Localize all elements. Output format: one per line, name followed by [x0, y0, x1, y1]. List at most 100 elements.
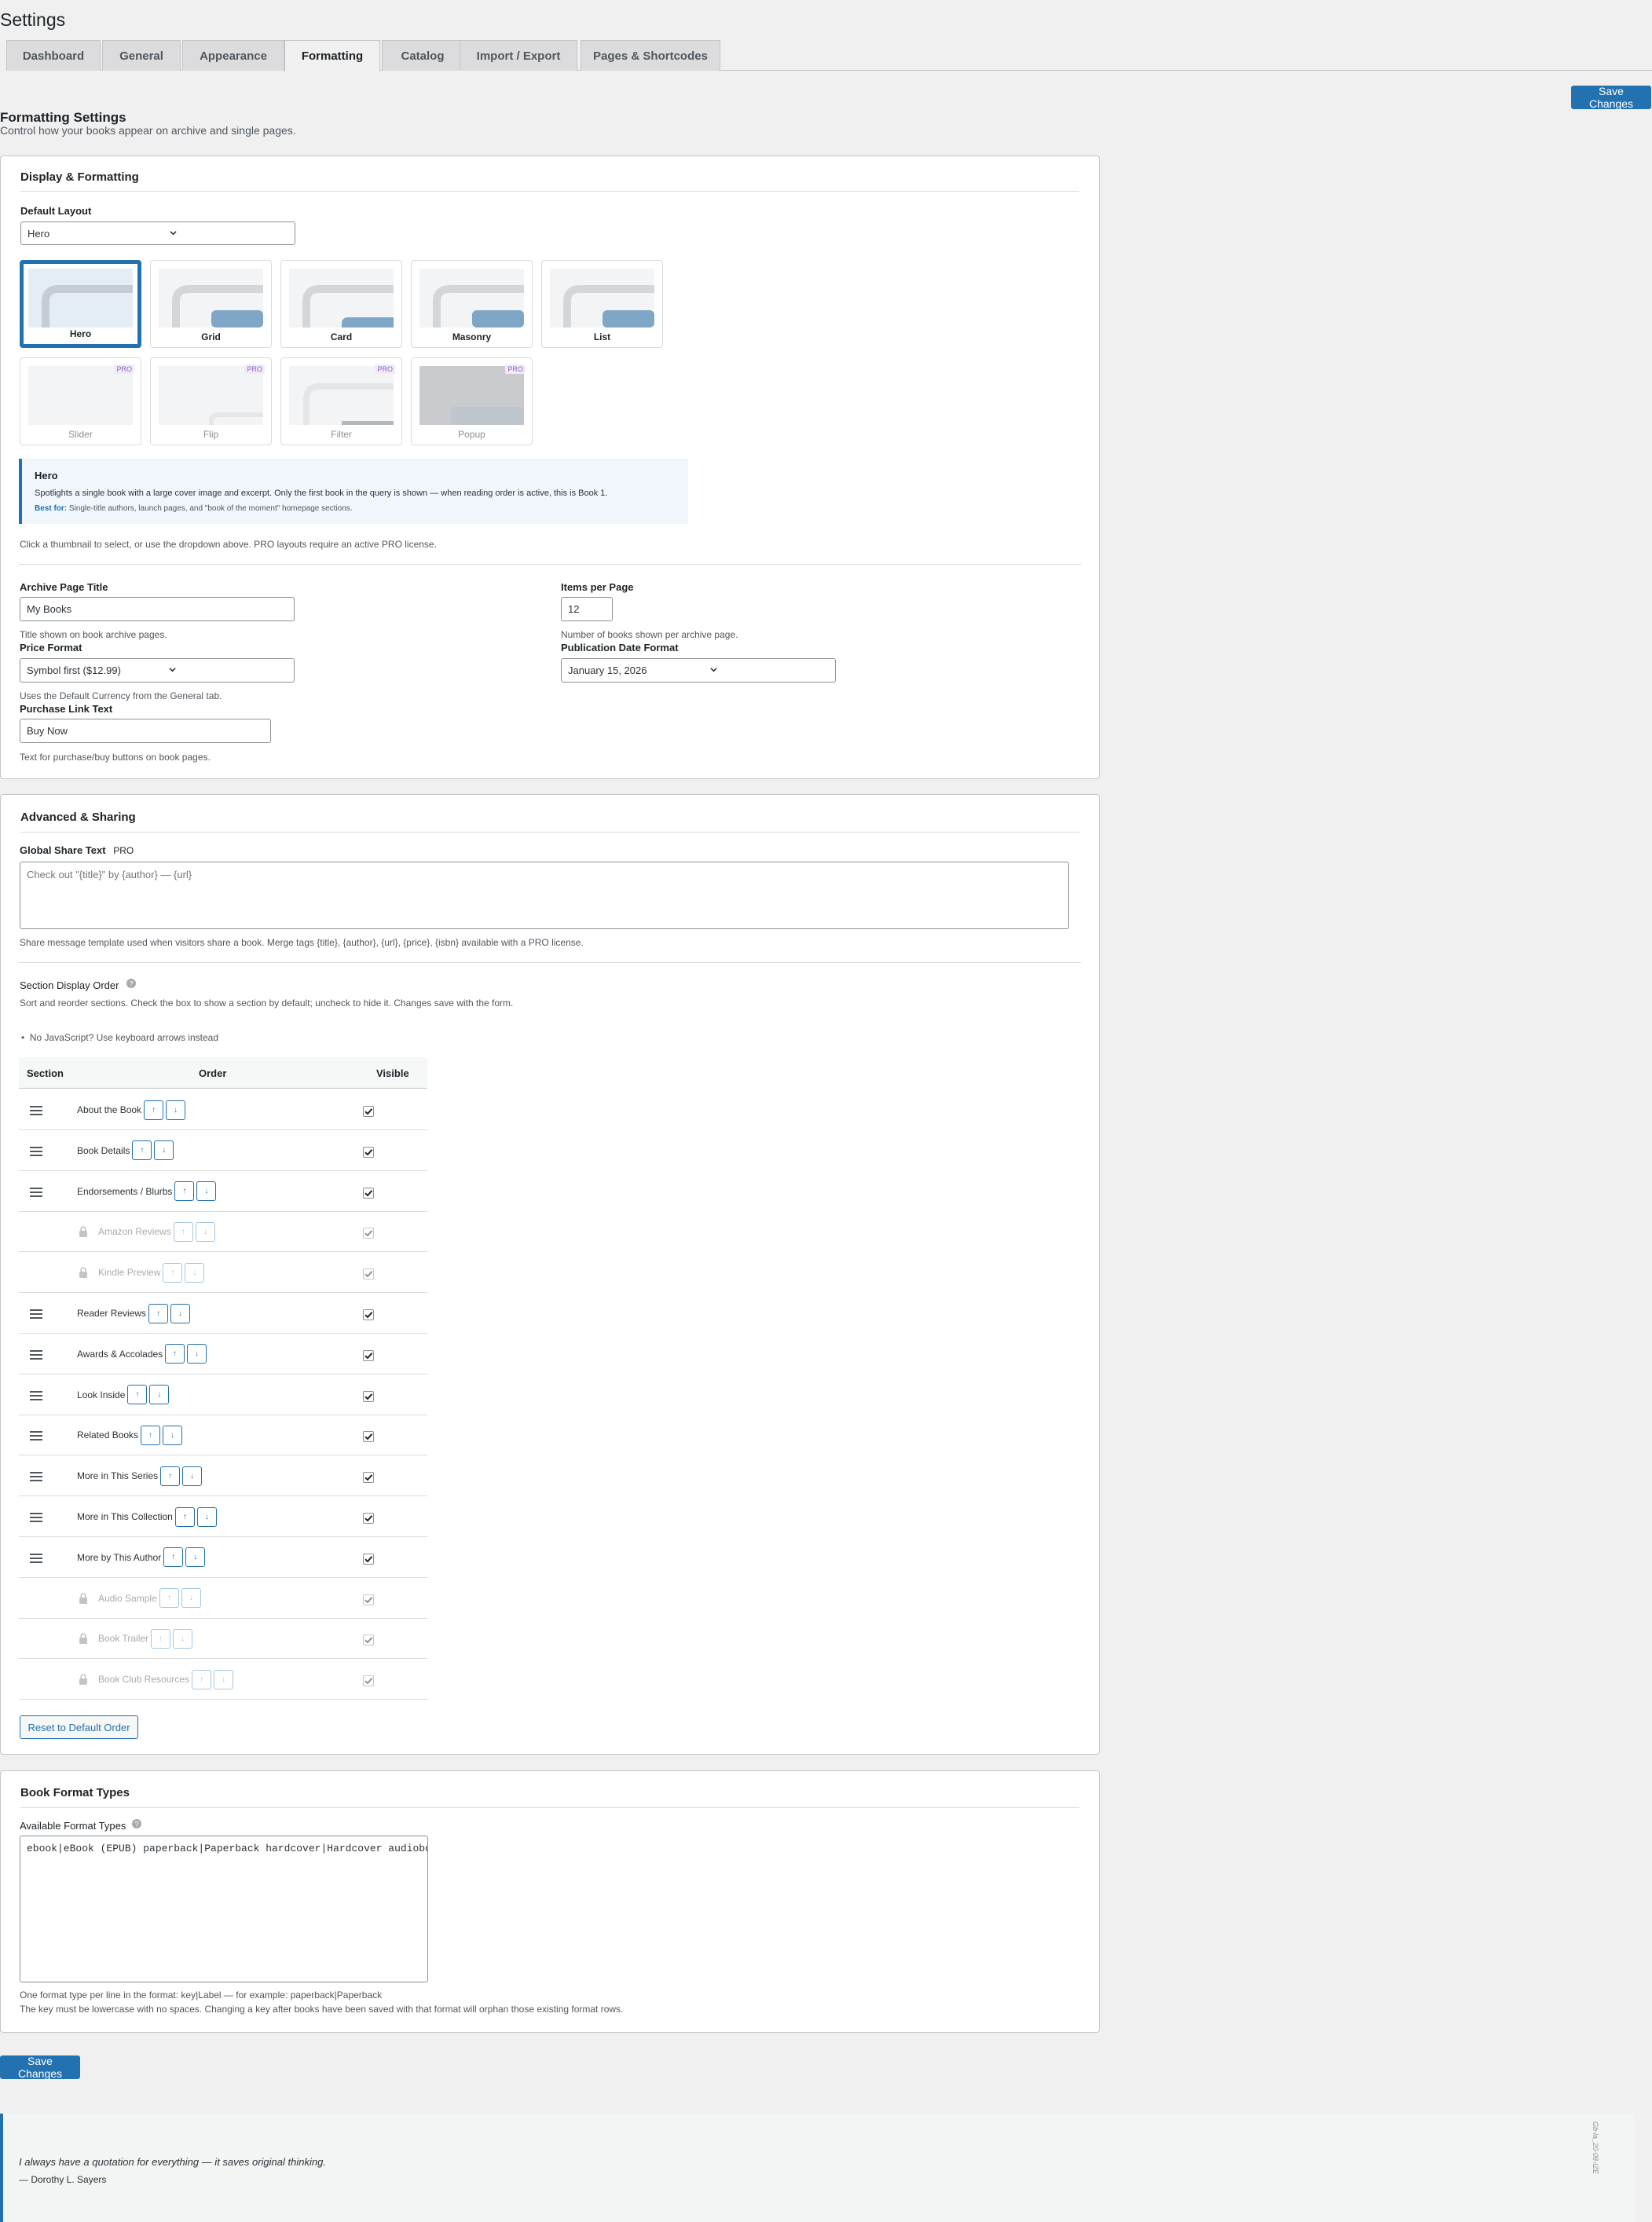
move-down-button[interactable]: ↓ [214, 1669, 234, 1689]
checkmark-icon [364, 1678, 373, 1685]
help-icon[interactable]: ? [126, 979, 136, 988]
visible-checkbox[interactable] [363, 1513, 374, 1524]
move-up-button[interactable]: ↑ [160, 1466, 181, 1486]
table-row[interactable]: More in This Collection ↑ ↓ [19, 1496, 427, 1537]
visible-checkbox[interactable] [363, 1472, 374, 1484]
layout-tile-masonry[interactable]: Masonry [411, 260, 533, 348]
visible-checkbox[interactable] [363, 1106, 374, 1117]
layout-tile-slider[interactable]: PRO Slider [20, 357, 141, 445]
items-per-page-input[interactable] [561, 597, 613, 621]
save-changes-button-bottom[interactable]: Save Changes [0, 2055, 80, 2080]
drag-handle-icon[interactable] [30, 1390, 42, 1400]
drag-handle-icon[interactable] [30, 1553, 42, 1563]
drag-handle-icon[interactable] [30, 1187, 42, 1197]
move-down-button[interactable]: ↓ [173, 1628, 193, 1649]
layout-tile-filter[interactable]: PRO Filter [280, 357, 402, 445]
move-down-button[interactable]: ↓ [185, 1262, 205, 1283]
move-up-button[interactable]: ↑ [174, 1181, 195, 1202]
tab-import-export[interactable]: Import / Export [460, 40, 577, 71]
table-row[interactable]: Book Club Resources ↑ ↓ [19, 1659, 427, 1700]
table-row[interactable]: Awards & Accolades ↑ ↓ [19, 1334, 427, 1375]
visible-checkbox[interactable] [363, 1431, 374, 1443]
drag-handle-icon[interactable] [30, 1146, 42, 1156]
move-down-button[interactable]: ↓ [187, 1344, 207, 1364]
publication-date-format-select[interactable]: January 15, 2026 [561, 658, 836, 683]
move-up-button[interactable]: ↑ [165, 1344, 185, 1364]
visible-checkbox[interactable] [363, 1675, 374, 1687]
visible-checkbox[interactable] [363, 1146, 374, 1158]
table-row[interactable]: About the Book ↑ ↓ [19, 1089, 427, 1130]
move-down-button[interactable]: ↓ [154, 1140, 174, 1161]
default-layout-select[interactable]: Hero [20, 221, 295, 245]
layout-tile-flip[interactable]: PRO Flip [150, 357, 272, 445]
move-up-button[interactable]: ↑ [132, 1140, 152, 1161]
move-down-button[interactable]: ↓ [185, 1547, 206, 1568]
drag-handle-icon[interactable] [30, 1106, 42, 1115]
move-down-button[interactable]: ↓ [196, 1506, 217, 1527]
table-row[interactable]: Amazon Reviews ↑ ↓ [19, 1211, 427, 1253]
move-up-button[interactable]: ↑ [174, 1506, 195, 1527]
layout-tile-hero[interactable]: Hero [20, 260, 141, 348]
table-row[interactable]: Endorsements / Blurbs ↑ ↓ [19, 1171, 427, 1212]
visible-checkbox[interactable] [363, 1309, 374, 1320]
visible-checkbox[interactable] [363, 1187, 374, 1199]
visible-checkbox[interactable] [363, 1594, 374, 1605]
move-up-button[interactable]: ↑ [163, 1262, 183, 1283]
price-format-select[interactable]: Symbol first ($12.99) [20, 658, 295, 683]
move-up-button[interactable]: ↑ [163, 1547, 184, 1568]
reset-default-order-button[interactable]: Reset to Default Order [20, 1715, 138, 1739]
move-down-button[interactable]: ↓ [196, 1181, 217, 1202]
visible-checkbox[interactable] [363, 1228, 374, 1239]
tab-formatting[interactable]: Formatting [284, 40, 380, 71]
move-up-button[interactable]: ↑ [148, 1303, 169, 1323]
table-row[interactable]: Look Inside ↑ ↓ [19, 1375, 427, 1415]
drag-handle-icon[interactable] [30, 1431, 42, 1441]
layout-tile-card[interactable]: Card [280, 260, 402, 348]
move-down-button[interactable]: ↓ [182, 1466, 203, 1486]
move-down-button[interactable]: ↓ [166, 1100, 186, 1120]
table-row[interactable]: Audio Sample ↑ ↓ [19, 1578, 427, 1619]
move-up-button[interactable]: ↑ [192, 1669, 212, 1689]
table-row[interactable]: Reader Reviews ↑ ↓ [19, 1293, 427, 1334]
available-format-types-textarea[interactable]: ebook|eBook (EPUB) paperback|Paperback h… [20, 1836, 428, 1982]
global-share-text-input[interactable] [20, 862, 1069, 929]
visible-checkbox[interactable] [363, 1268, 374, 1280]
tab-general[interactable]: General [102, 40, 181, 71]
drag-handle-icon[interactable] [30, 1309, 42, 1319]
table-row[interactable]: More in This Series ↑ ↓ [19, 1455, 427, 1497]
move-up-button[interactable]: ↑ [173, 1221, 193, 1242]
tab-dashboard[interactable]: Dashboard [6, 40, 101, 71]
tab-catalog[interactable]: Catalog [382, 40, 463, 71]
move-up-button[interactable]: ↑ [141, 1425, 161, 1445]
table-row[interactable]: Kindle Preview ↑ ↓ [19, 1252, 427, 1294]
layout-tile-grid[interactable]: Grid [150, 260, 272, 348]
table-row[interactable]: More by This Author ↑ ↓ [19, 1537, 427, 1578]
move-down-button[interactable]: ↓ [195, 1221, 215, 1242]
move-down-button[interactable]: ↓ [170, 1303, 191, 1323]
visible-checkbox[interactable] [363, 1349, 374, 1361]
move-down-button[interactable]: ↓ [181, 1588, 201, 1609]
visible-checkbox[interactable] [363, 1634, 374, 1646]
visible-checkbox[interactable] [363, 1553, 374, 1565]
layout-tile-popup[interactable]: PRO Popup [411, 357, 533, 445]
move-down-button[interactable]: ↓ [149, 1385, 170, 1405]
help-icon[interactable]: ? [132, 1819, 141, 1828]
table-row[interactable]: Book Trailer ↑ ↓ [19, 1618, 427, 1660]
layout-tile-list[interactable]: List [541, 260, 663, 348]
tab-appearance[interactable]: Appearance [182, 40, 284, 71]
table-row[interactable]: Related Books ↑ ↓ [19, 1415, 427, 1456]
visible-checkbox[interactable] [363, 1390, 374, 1402]
drag-handle-icon[interactable] [30, 1513, 42, 1522]
drag-handle-icon[interactable] [30, 1349, 42, 1360]
move-up-button[interactable]: ↑ [159, 1588, 179, 1609]
move-up-button[interactable]: ↑ [151, 1628, 171, 1649]
move-up-button[interactable]: ↑ [127, 1385, 148, 1405]
archive-title-input[interactable] [20, 597, 295, 621]
table-row[interactable]: Book Details ↑ ↓ [19, 1130, 427, 1171]
save-changes-button-top[interactable]: Save Changes [1571, 85, 1651, 110]
tab-pages-shortcodes[interactable]: Pages & Shortcodes [581, 40, 720, 71]
move-down-button[interactable]: ↓ [163, 1425, 183, 1445]
move-up-button[interactable]: ↑ [144, 1100, 164, 1120]
purchase-link-text-input[interactable] [20, 719, 271, 743]
drag-handle-icon[interactable] [30, 1472, 42, 1482]
